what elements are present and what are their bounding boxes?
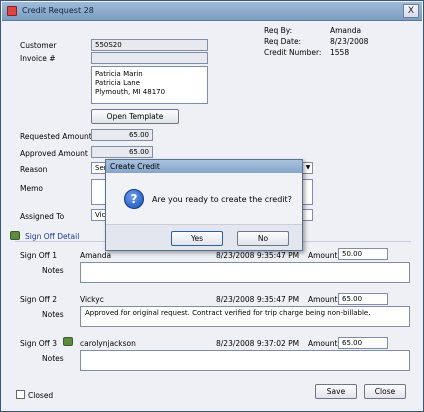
address-line: Plymouth, MI 48170 [95, 88, 166, 96]
invoice-label: Invoice # [20, 54, 56, 63]
app-icon [7, 6, 17, 16]
signoff-3-label: Sign Off 3 [20, 339, 57, 348]
signoff-1-notes-label: Notes [42, 266, 64, 275]
credit-number-label: Credit Number: [264, 48, 322, 57]
credit-request-window: Credit Request 28 X Req By: Amanda Req D… [0, 0, 424, 412]
approved-amount-field[interactable]: 65.00 [91, 146, 153, 158]
title-bar[interactable]: Credit Request 28 X [2, 2, 422, 21]
signoff-3-amount-field[interactable]: 65.00 [338, 337, 388, 349]
closed-checkbox[interactable] [16, 390, 25, 399]
signoff-3-notes-label: Notes [42, 354, 64, 363]
signoff-1-amount-field[interactable]: 50.00 [338, 248, 388, 260]
window-close-button[interactable]: X [403, 4, 419, 18]
question-icon: ? [124, 189, 144, 209]
no-button[interactable]: No [237, 231, 289, 246]
signoff-2-label: Sign Off 2 [20, 295, 57, 304]
signoff-1-user: Amanda [80, 251, 112, 260]
memo-label: Memo [20, 184, 43, 193]
req-by-value: Amanda [330, 26, 362, 35]
req-date-value: 8/23/2008 [330, 37, 369, 46]
signoff-3-datetime: 8/23/2008 9:37:02 PM [216, 339, 300, 348]
reason-label: Reason [20, 165, 48, 174]
address-line: Patricia Lane [95, 79, 141, 87]
signoff-3-user: carolynjackson [80, 339, 136, 348]
signoff-1-datetime: 8/23/2008 9:35:47 PM [216, 251, 300, 260]
window-title: Credit Request 28 [22, 6, 94, 15]
signoff-1-notes-field[interactable] [80, 262, 410, 283]
signoff-2-user: Vickyc [80, 295, 104, 304]
signoff-3-amount-label: Amount [308, 339, 338, 348]
signoff-2-notes-label: Notes [42, 310, 64, 319]
closed-label: Closed [28, 391, 54, 400]
req-by-label: Req By: [264, 26, 293, 35]
address-line: Patricia Marin [95, 70, 143, 78]
create-credit-dialog: Create Credit ? Are you ready to create … [105, 159, 303, 251]
signoff-2-datetime: 8/23/2008 9:35:47 PM [216, 295, 300, 304]
open-template-button[interactable]: Open Template [91, 109, 179, 124]
signoff-2-amount-label: Amount [308, 295, 338, 304]
signoff-2-amount-field[interactable]: 65.00 [338, 293, 388, 305]
signoff-detail-icon [10, 231, 20, 240]
requested-amount-label: Requested Amount [20, 132, 92, 141]
dialog-message: Are you ready to create the credit? [152, 195, 292, 204]
dialog-title: Create Credit [106, 160, 302, 173]
signoff-1-label: Sign Off 1 [20, 251, 57, 260]
customer-label: Customer [20, 41, 57, 50]
signoff-2-notes-field[interactable]: Approved for original request. Contract … [80, 306, 410, 327]
signoff-detail-header[interactable]: Sign Off Detail [25, 232, 79, 241]
approved-amount-label: Approved Amount [20, 149, 88, 158]
credit-number-value: 1558 [330, 48, 350, 57]
save-button[interactable]: Save [315, 384, 357, 399]
assigned-to-label: Assigned To [20, 212, 65, 221]
signoff-1-amount-label: Amount [308, 251, 338, 260]
close-button[interactable]: Close [364, 384, 406, 399]
signoff-3-approve-icon[interactable] [63, 337, 73, 346]
requested-amount-field[interactable]: 65.00 [91, 129, 153, 141]
chevron-down-icon[interactable]: ▼ [303, 163, 313, 173]
customer-address-box: Patricia Marin Patricia Lane Plymouth, M… [91, 66, 208, 104]
req-date-label: Req Date: [264, 37, 302, 46]
signoff-3-notes-field[interactable] [80, 350, 410, 371]
invoice-field[interactable] [91, 52, 208, 64]
yes-button[interactable]: Yes [171, 231, 223, 246]
customer-field[interactable]: 550S20 [91, 39, 208, 51]
